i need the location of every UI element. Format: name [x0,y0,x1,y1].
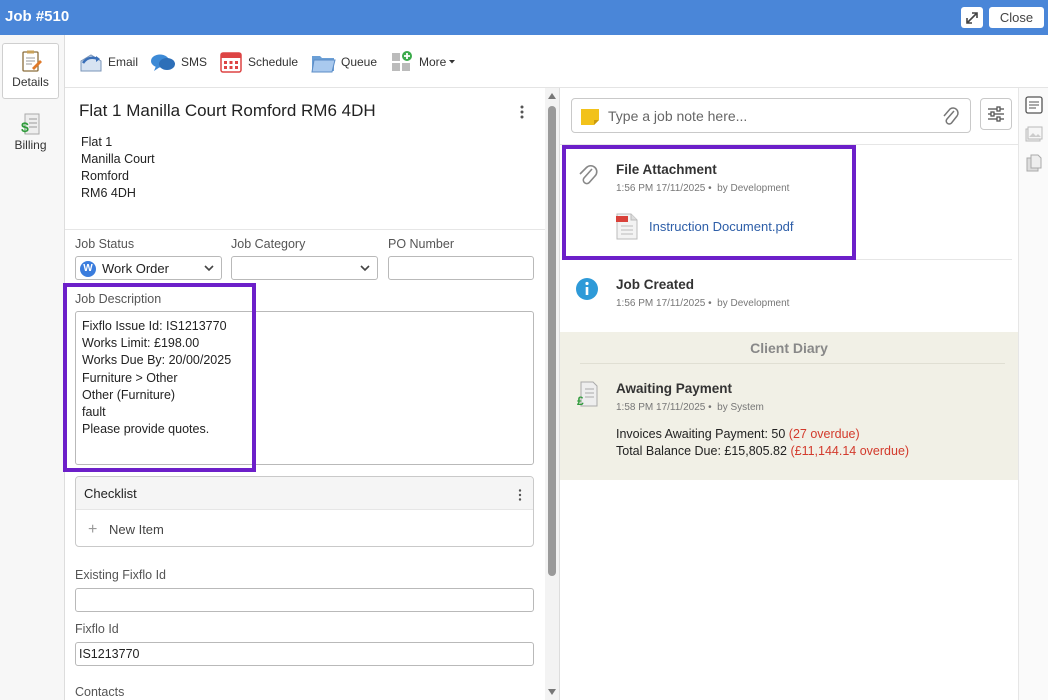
note-filter-button[interactable] [980,98,1012,130]
address-menu-button[interactable] [520,105,524,120]
address-line: Manilla Court [81,152,155,166]
email-button[interactable]: Email [79,49,138,75]
title-bar: Job #510 Close [0,0,1048,35]
address-line: Romford [81,169,129,183]
invoices-overdue-text: (27 overdue) [788,427,860,441]
diary-entry-author: by System [717,402,764,413]
window-title: Job #510 [5,8,70,25]
existing-fixflo-label: Existing Fixflo Id [75,568,167,582]
calendar-icon [220,52,242,73]
job-category-label: Job Category [231,237,306,251]
diary-entry-time: 1:58 PM 17/11/2025 [616,402,706,413]
job-category-select[interactable] [231,256,378,280]
checklist-title: Checklist [84,486,137,501]
divider [580,363,1005,364]
work-order-badge: W [80,261,96,277]
details-icon [21,50,42,72]
existing-fixflo-input[interactable] [75,588,534,612]
nav-item-billing[interactable]: $ Billing [2,107,59,163]
attachment-highlight-box [562,145,856,260]
job-status-label: Job Status [75,237,135,251]
divider [65,229,545,230]
sms-button[interactable]: SMS [150,49,207,75]
timeline-entry-meta: 1:56 PM 17/11/2025 • by Development [616,298,790,309]
folder-icon [311,56,336,73]
address-lines: Flat 1 Manilla Court Romford RM6 4DH [81,134,155,202]
diary-entry-meta: 1:58 PM 17/11/2025 • by System [616,402,764,413]
left-nav: Details $ Billing [0,35,65,700]
close-button[interactable]: Close [989,7,1044,28]
scroll-down-icon[interactable] [547,688,557,696]
nav-item-details[interactable]: Details [2,43,59,99]
po-number-label: PO Number [388,237,454,251]
email-label: Email [108,55,139,69]
email-icon [80,54,102,72]
timeline-entry-title: Job Created [616,277,695,292]
job-status-select[interactable]: W Work Order [75,256,222,280]
sms-icon [151,54,175,71]
timeline-entry-author: by Development [717,298,790,309]
svg-text:$: $ [21,119,29,135]
invoices-awaiting-line: Invoices Awaiting Payment: 50 (27 overdu… [616,427,860,441]
new-item-button[interactable]: + New Item [88,521,164,539]
schedule-label: Schedule [248,55,299,69]
toolbar: Email SMS Schedule Queue More [65,35,1048,88]
po-number-input[interactable] [388,256,534,280]
timeline-entry-time: 1:56 PM 17/11/2025 [616,298,706,309]
invoices-awaiting-text: Invoices Awaiting Payment: 50 [616,427,786,441]
chevron-down-icon [204,265,214,272]
scroll-thumb[interactable] [548,106,556,576]
scroll-up-icon[interactable] [547,92,557,100]
more-button[interactable]: More [390,49,461,75]
queue-label: Queue [341,55,378,69]
contacts-label: Contacts [75,685,125,699]
address-title: Flat 1 Manilla Court Romford RM6 4DH [79,101,376,120]
plus-icon: + [88,521,98,538]
job-status-value: Work Order [102,261,169,276]
client-diary-header: Client Diary [750,340,828,356]
details-scrollbar[interactable] [545,88,559,700]
balance-overdue-text: (£11,144.14 overdue) [790,444,910,458]
right-mini-sidebar [1018,88,1048,700]
diary-entry-title: Awaiting Payment [616,381,733,396]
checklist-menu-icon[interactable] [518,489,522,501]
nav-item-label: Billing [14,138,47,152]
more-apps-icon [392,51,412,71]
invoice-icon: £ [577,381,598,407]
balance-due-line: Total Balance Due: £15,805.82 (£11,144.1… [616,444,909,458]
info-icon [576,278,598,300]
checklist-panel: Checklist + New Item [75,476,534,547]
description-highlight-box [63,283,256,472]
kebab-menu-icon [520,105,524,119]
queue-button[interactable]: Queue [310,49,377,75]
expand-button[interactable] [961,7,983,28]
notes-icon[interactable] [1025,96,1043,114]
address-line: RM6 4DH [81,186,136,200]
nav-item-label: Details [12,75,49,89]
image-icon[interactable] [1025,126,1043,144]
job-note-input[interactable]: Type a job note here... [571,98,971,133]
checklist-header: Checklist [76,477,533,510]
documents-icon[interactable] [1025,154,1043,172]
svg-text:£: £ [577,394,584,407]
balance-due-text: Total Balance Due: £15,805.82 [616,444,787,458]
fixflo-id-input[interactable]: IS1213770 [75,642,534,666]
new-item-label: New Item [108,522,164,537]
caret-down-icon [449,60,456,64]
sms-label: SMS [181,55,208,69]
client-diary-section: Client Diary £ Awaiting Payment 1:58 PM … [560,332,1018,480]
chevron-down-icon [360,265,370,272]
sliders-icon [988,106,1004,122]
expand-icon [966,11,978,24]
paperclip-icon[interactable] [942,106,960,128]
job-note-placeholder: Type a job note here... [608,108,748,124]
billing-icon: $ [21,113,39,135]
fixflo-id-label: Fixflo Id [75,622,119,636]
address-line: Flat 1 [81,135,113,149]
sticky-note-icon [581,109,599,125]
more-label: More [419,55,447,69]
schedule-button[interactable]: Schedule [219,49,298,75]
